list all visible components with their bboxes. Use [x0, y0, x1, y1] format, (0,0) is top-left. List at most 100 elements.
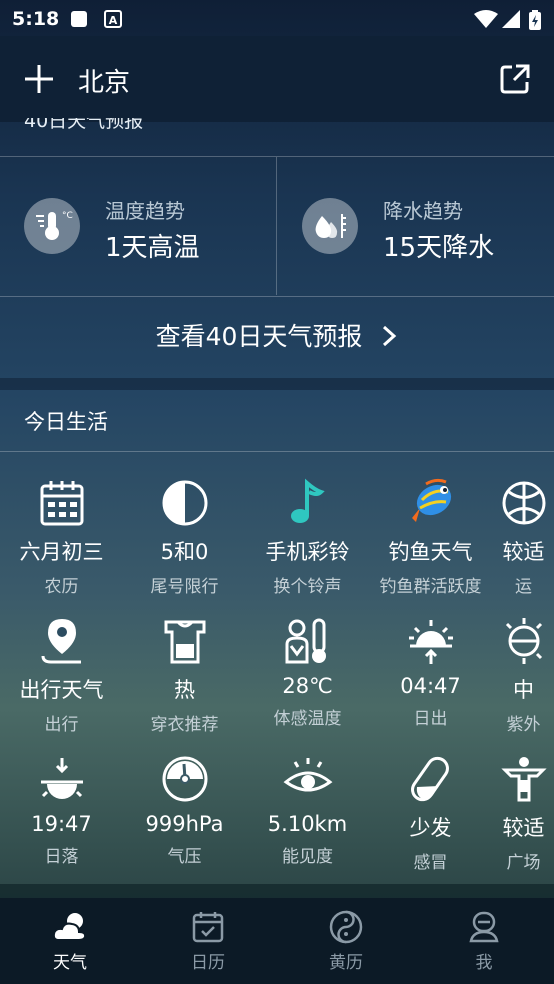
tab-calendar[interactable]: 日历	[168, 910, 248, 973]
uv-icon	[505, 618, 542, 664]
app-header: 北京	[0, 36, 554, 122]
life-item-visibility[interactable]: 5.10km 能见度	[246, 754, 369, 867]
life-item-value: 中	[513, 678, 534, 702]
life-item-sunrise[interactable]: 04:47 日出	[369, 616, 492, 729]
half-circle-icon	[162, 480, 207, 526]
life-item-label: 日出	[413, 709, 448, 729]
sunset-icon	[40, 758, 83, 799]
divider	[0, 296, 554, 297]
life-item-feel-temp[interactable]: 28℃ 体感温度	[246, 616, 369, 729]
shirt-icon	[164, 620, 205, 664]
life-item-label: 体感温度	[273, 709, 342, 729]
visibility-eye-icon	[283, 758, 332, 792]
bottom-tab-bar: 天气 日历 黄历 我	[0, 898, 554, 984]
profile-icon	[469, 911, 499, 943]
tab-weather[interactable]: 天气	[30, 910, 110, 973]
life-item-sport[interactable]: 较适 运	[492, 478, 554, 597]
life-item-lunar[interactable]: 六月初三 农历	[0, 478, 123, 597]
tab-label: 我	[475, 953, 493, 973]
life-item-pressure[interactable]: 999hPa 气压	[123, 754, 246, 867]
life-item-value: 04:47	[400, 674, 461, 698]
pressure-gauge-icon	[162, 756, 207, 802]
feel-temp-icon	[285, 618, 326, 664]
trend-value: 15天降水	[383, 233, 495, 263]
tab-label: 天气	[53, 953, 87, 973]
pill-icon	[410, 756, 449, 802]
music-note-icon	[290, 478, 325, 523]
fish-icon	[411, 478, 451, 522]
life-item-value: 5.10km	[267, 812, 348, 836]
section-separator	[0, 884, 554, 898]
life-item-label: 广场	[506, 853, 541, 873]
tab-me[interactable]: 我	[444, 910, 524, 973]
thermometer-icon: °C	[24, 198, 80, 254]
life-item-label: 农历	[44, 577, 79, 597]
life-item-label: 感冒	[413, 853, 448, 873]
ball-icon	[502, 481, 545, 525]
forecast-40day-title: 40日天气预报	[24, 118, 144, 132]
life-item-value: 999hPa	[145, 812, 224, 836]
notification-app-icon	[71, 11, 87, 27]
divider	[0, 451, 554, 452]
wifi-icon	[474, 10, 498, 28]
raindrop-icon	[302, 198, 358, 254]
life-item-value: 手机彩铃	[265, 540, 350, 564]
life-item-uv[interactable]: 中 紫外	[492, 616, 554, 735]
trend-label: 降水趋势	[383, 199, 463, 223]
tab-almanac[interactable]: 黄历	[306, 910, 386, 973]
life-item-square-dance[interactable]: 较适 广场	[492, 754, 554, 873]
dance-icon	[500, 757, 547, 802]
life-item-label: 钓鱼群活跃度	[379, 577, 482, 597]
life-item-label: 气压	[167, 847, 202, 867]
life-item-value: 出行天气	[19, 678, 104, 702]
life-section-title: 今日生活	[24, 410, 108, 434]
life-item-value: 较适	[502, 816, 545, 840]
sunrise-icon	[408, 620, 453, 664]
life-item-clothing[interactable]: 热 穿衣推荐	[123, 616, 246, 735]
svg-text:°C: °C	[62, 211, 73, 221]
life-item-plate-limit[interactable]: 5和0 尾号限行	[123, 478, 246, 597]
life-item-ringtone[interactable]: 手机彩铃 换个铃声	[246, 478, 369, 597]
life-item-label: 穿衣推荐	[150, 715, 219, 735]
location-pin-icon	[41, 619, 81, 664]
life-item-fishing[interactable]: 钓鱼天气 钓鱼群活跃度	[369, 478, 492, 597]
life-item-sunset[interactable]: 19:47 日落	[0, 754, 123, 867]
share-icon[interactable]	[498, 62, 532, 96]
status-time: 5:18	[12, 8, 60, 30]
battery-charging-icon	[529, 10, 541, 30]
add-city-icon[interactable]	[22, 62, 56, 96]
yinyang-icon	[329, 910, 363, 944]
notification-font-icon: A	[104, 10, 122, 28]
life-item-value: 19:47	[31, 812, 92, 836]
view-40day-forecast-button[interactable]: 查看40日天气预报	[0, 298, 554, 376]
status-bar: 5:18 A	[0, 0, 554, 36]
signal-icon	[502, 10, 520, 28]
trend-label: 温度趋势	[105, 199, 185, 223]
life-item-label: 运	[515, 577, 532, 597]
trend-value: 1天高温	[105, 233, 200, 263]
life-item-cold[interactable]: 少发 感冒	[369, 754, 492, 873]
tab-label: 黄历	[329, 953, 363, 973]
life-item-label: 紫外	[506, 715, 541, 735]
life-item-value: 热	[174, 678, 195, 702]
life-item-label: 出行	[44, 715, 79, 735]
chevron-right-icon	[383, 325, 397, 347]
life-item-value: 六月初三	[19, 540, 104, 564]
section-separator	[0, 378, 554, 390]
city-title[interactable]: 北京	[78, 62, 130, 99]
calendar-icon	[40, 481, 83, 526]
life-item-value: 少发	[409, 816, 452, 840]
life-item-label: 能见度	[282, 847, 333, 867]
life-item-travel[interactable]: 出行天气 出行	[0, 616, 123, 735]
life-item-label: 日落	[44, 847, 79, 867]
life-item-label: 换个铃声	[273, 577, 342, 597]
calendar-check-icon	[192, 912, 224, 943]
precipitation-trend-card[interactable]: 降水趋势 15天降水	[277, 157, 554, 295]
temperature-trend-card[interactable]: °C 温度趋势 1天高温	[0, 157, 277, 295]
life-item-value: 5和0	[160, 540, 209, 564]
svg-text:A: A	[109, 14, 118, 27]
life-item-label: 尾号限行	[150, 577, 219, 597]
life-item-value: 28℃	[282, 674, 333, 698]
cloud-icon	[53, 913, 87, 941]
cta-label: 查看40日天气预报	[155, 322, 363, 351]
